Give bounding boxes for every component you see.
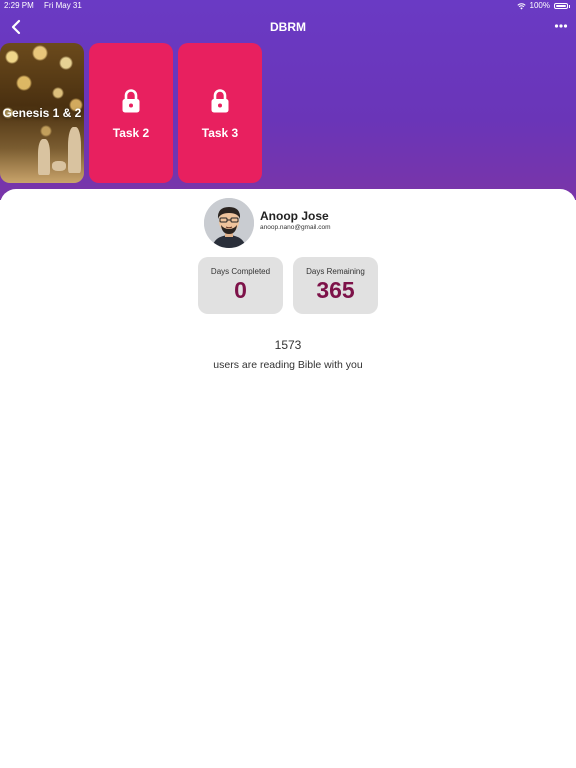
stat-value: 365 bbox=[316, 277, 355, 303]
task-card-2[interactable]: Task 2 bbox=[89, 43, 173, 183]
user-email: anoop.nano@gmail.com bbox=[260, 224, 331, 231]
avatar[interactable] bbox=[204, 198, 254, 248]
task-card-3[interactable]: Task 3 bbox=[178, 43, 262, 183]
lock-icon bbox=[211, 89, 229, 113]
days-completed-card: Days Completed 0 bbox=[198, 257, 283, 314]
status-time: 2:29 PM bbox=[4, 1, 34, 10]
content-sheet bbox=[0, 189, 576, 768]
task-label: Task 3 bbox=[201, 126, 239, 140]
battery-icon bbox=[554, 3, 568, 9]
battery-percent: 100% bbox=[529, 1, 550, 10]
nativity-figure bbox=[68, 127, 81, 173]
navigation-bar: DBRM bbox=[0, 14, 576, 40]
days-remaining-card: Days Remaining 365 bbox=[293, 257, 378, 314]
ellipsis-icon[interactable] bbox=[554, 21, 568, 31]
lock-icon bbox=[122, 89, 140, 113]
avatar-illustration bbox=[204, 198, 254, 248]
status-date: Fri May 31 bbox=[44, 1, 82, 10]
stat-label: Days Completed bbox=[210, 267, 271, 276]
task-label: Task 2 bbox=[112, 126, 150, 140]
reader-count: 1573 bbox=[274, 338, 302, 352]
nativity-figure bbox=[38, 139, 50, 175]
nativity-figure bbox=[52, 161, 66, 171]
page-title: DBRM bbox=[270, 20, 306, 34]
stat-value: 0 bbox=[234, 277, 247, 303]
task-label: Genesis 1 & 2 bbox=[2, 106, 82, 120]
wifi-icon bbox=[516, 2, 526, 9]
task-card-genesis[interactable]: Genesis 1 & 2 bbox=[0, 43, 84, 183]
status-bar: 2:29 PM Fri May 31 100% bbox=[0, 0, 576, 12]
user-name: Anoop Jose bbox=[260, 209, 329, 223]
reader-caption: users are reading Bible with you bbox=[213, 359, 363, 371]
stat-label: Days Remaining bbox=[306, 267, 365, 276]
